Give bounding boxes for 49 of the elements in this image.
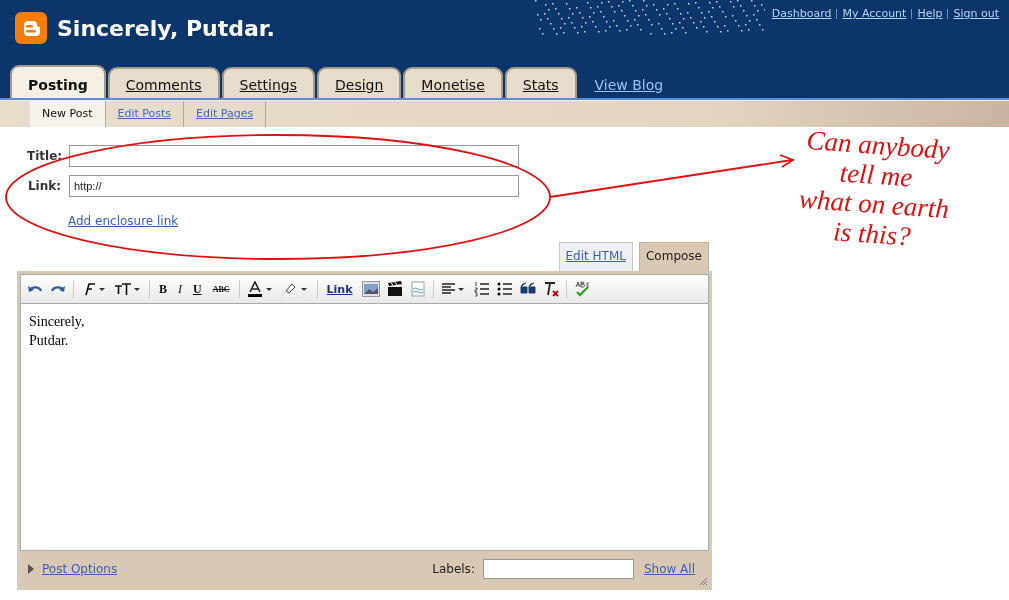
underline-button[interactable]: U: [191, 281, 204, 297]
subtab[interactable]: New Post: [30, 101, 106, 127]
header-link[interactable]: My Account: [842, 7, 907, 20]
header-link[interactable]: Dashboard: [771, 7, 832, 20]
nav-tab[interactable]: Settings: [221, 67, 315, 98]
clapperboard-icon[interactable]: [386, 281, 403, 297]
enclosure-link[interactable]: Add enclosure link: [68, 214, 179, 228]
bullet-list-icon[interactable]: [496, 281, 513, 297]
align-dropdown-icon[interactable]: [440, 281, 467, 297]
bold-button[interactable]: B: [157, 281, 169, 297]
quote-icon[interactable]: [519, 281, 536, 297]
nav-tab[interactable]: Posting: [10, 65, 106, 98]
nav-tab[interactable]: Stats: [504, 67, 577, 98]
clear-format-icon[interactable]: [542, 281, 559, 297]
image-icon[interactable]: [361, 281, 380, 297]
nav-tab[interactable]: Design: [317, 67, 402, 98]
strikethrough-button[interactable]: ABC: [210, 284, 232, 294]
text-color-icon[interactable]: [246, 281, 275, 297]
expand-arrow-icon[interactable]: [28, 564, 34, 574]
mode-tab[interactable]: Edit HTML: [558, 242, 633, 271]
link-button[interactable]: Link: [324, 282, 355, 296]
font-size-dropdown-icon[interactable]: [114, 281, 142, 297]
nav-tab[interactable]: Monetise: [403, 67, 503, 98]
highlight-icon[interactable]: [281, 281, 310, 297]
labels-field[interactable]: [482, 559, 634, 579]
nav-tab[interactable]: Comments: [107, 67, 220, 98]
spellcheck-icon[interactable]: [573, 281, 590, 297]
mode-tab[interactable]: Compose: [639, 242, 709, 271]
blogger-logo-icon: [15, 12, 47, 44]
editor-text-area[interactable]: Sincerely, Putdar.: [20, 304, 709, 551]
blog-title: Sincerely, Putdar.: [57, 15, 275, 41]
post-options-link[interactable]: Post Options: [42, 562, 118, 576]
field-label: Title:: [27, 149, 61, 163]
handwritten-note: Can anybody tell me what on earth is this?: [797, 124, 952, 254]
field-label: Link:: [27, 179, 61, 193]
title-field[interactable]: [69, 145, 519, 167]
show-all-link[interactable]: Show All: [643, 562, 695, 576]
subtab[interactable]: Edit Posts: [105, 101, 185, 127]
subtab[interactable]: Edit Pages: [184, 101, 267, 127]
labels-label: Labels:: [432, 562, 475, 576]
post-text-line: Putdar.: [29, 333, 70, 349]
header-link[interactable]: Help: [917, 7, 943, 20]
header-link[interactable]: Sign out: [953, 7, 999, 20]
post-text-line: Sincerely,: [29, 314, 86, 330]
italic-button[interactable]: I: [176, 281, 184, 297]
view-blog-link[interactable]: View Blog: [594, 77, 664, 93]
numbered-list-icon[interactable]: [473, 281, 490, 297]
link-field[interactable]: http://: [69, 175, 519, 197]
resize-grip-icon[interactable]: [698, 576, 708, 586]
